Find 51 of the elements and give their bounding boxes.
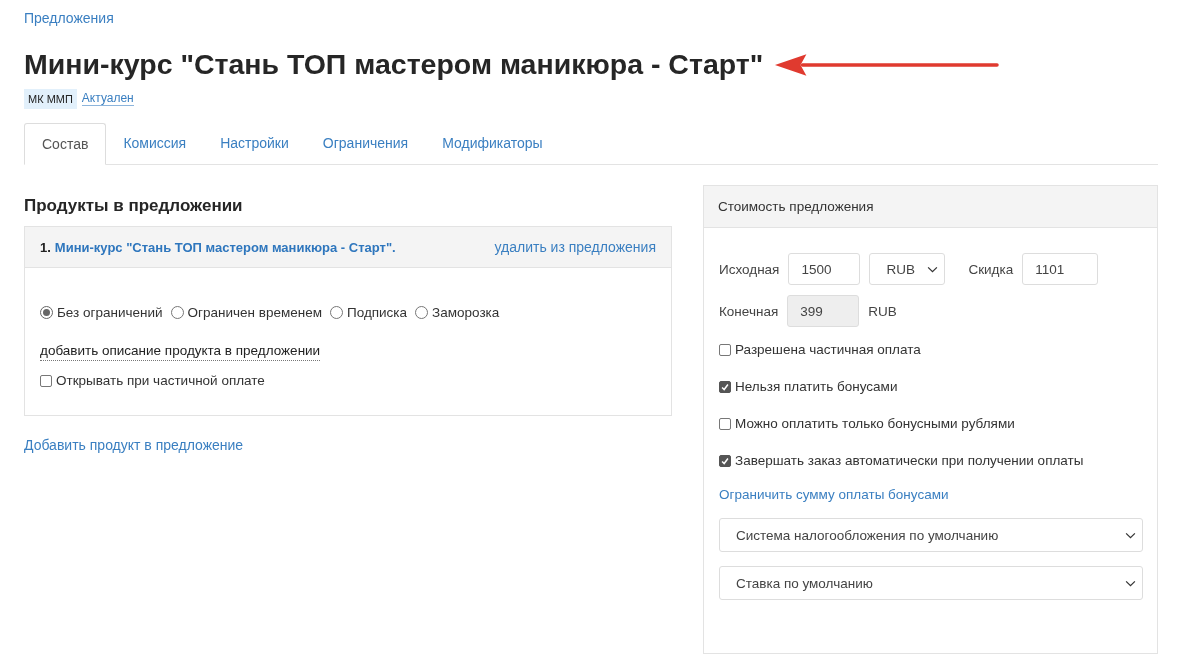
checkbox[interactable] xyxy=(719,417,731,430)
bonus-limit-link[interactable]: Ограничить сумму оплаты бонусами xyxy=(719,487,1142,502)
checkbox[interactable] xyxy=(719,343,731,356)
radio-label: Подписка xyxy=(346,305,408,320)
checkbox-label: Нельзя платить бонусами xyxy=(735,379,898,394)
chevron-down-icon xyxy=(1125,579,1136,587)
field-label: Скидка xyxy=(968,261,1014,277)
select-value: Система налогообложения по умолчанию xyxy=(736,527,999,543)
chevron-down-icon xyxy=(1125,531,1136,539)
checkbox-label: Открывать при частичной оплате xyxy=(56,373,265,388)
checkbox-label: Завершать заказ автоматически при получении оплаты xyxy=(735,453,1084,468)
tab[interactable]: Комиссия xyxy=(106,123,204,164)
radio-label: Без ограничений xyxy=(57,305,163,320)
discount-input[interactable]: 1101 xyxy=(1022,253,1099,285)
tab[interactable]: Состав xyxy=(24,123,107,165)
select-value: RUB xyxy=(886,261,915,277)
panel-title: Стоимость предложения xyxy=(704,186,1157,228)
tab[interactable]: Модификаторы xyxy=(425,123,560,164)
field-label: Конечная xyxy=(719,303,779,319)
breadcrumb-link[interactable]: Предложения xyxy=(24,10,114,26)
add-description-link[interactable]: добавить описание продукта в предложении xyxy=(40,343,321,361)
section-heading: Продукты в предложении xyxy=(24,195,244,216)
tab[interactable]: Ограничения xyxy=(305,123,426,164)
radio-button[interactable] xyxy=(415,306,429,319)
dropdown[interactable]: Ставка по умолчанию xyxy=(719,566,1143,600)
select-value: Ставка по умолчанию xyxy=(736,575,873,591)
radio-label: Ограничен временем xyxy=(187,305,322,320)
radio-label: Заморозка xyxy=(432,305,500,320)
price-input[interactable]: 1500 xyxy=(788,253,861,285)
currency-label: RUB xyxy=(868,303,897,319)
chevron-down-icon xyxy=(927,265,939,273)
tab[interactable]: Настройки xyxy=(203,123,306,164)
checkbox-label: Можно оплатить только бонусными рублями xyxy=(735,416,1015,431)
final-price-field[interactable]: 399 xyxy=(787,295,860,327)
radio-button[interactable] xyxy=(329,306,343,319)
radio-button[interactable] xyxy=(40,306,53,319)
status-link[interactable]: Актуален xyxy=(81,92,134,106)
checkbox[interactable] xyxy=(719,380,731,393)
tag-label: МК ММП xyxy=(24,89,77,109)
currency-select[interactable]: RUB xyxy=(869,253,946,285)
checkbox[interactable] xyxy=(40,374,52,387)
add-product-link[interactable]: Добавить продукт в предложение xyxy=(24,437,244,453)
checkbox-label: Разрешена частичная оплата xyxy=(735,342,921,357)
checkbox[interactable] xyxy=(719,454,731,467)
radio-button[interactable] xyxy=(170,306,184,319)
page-title: Мини-курс "Стань ТОП мастером маникюра - Старт" xyxy=(24,48,764,81)
product-link[interactable]: Мини-курс "Стань ТОП мастером маникюра - Старт". xyxy=(54,239,396,255)
field-label: Исходная xyxy=(719,261,780,277)
dropdown[interactable]: Система налогообложения по умолчанию xyxy=(719,518,1143,552)
product-number: 1. xyxy=(40,239,51,255)
remove-link[interactable]: удалить из предложения xyxy=(494,239,656,255)
